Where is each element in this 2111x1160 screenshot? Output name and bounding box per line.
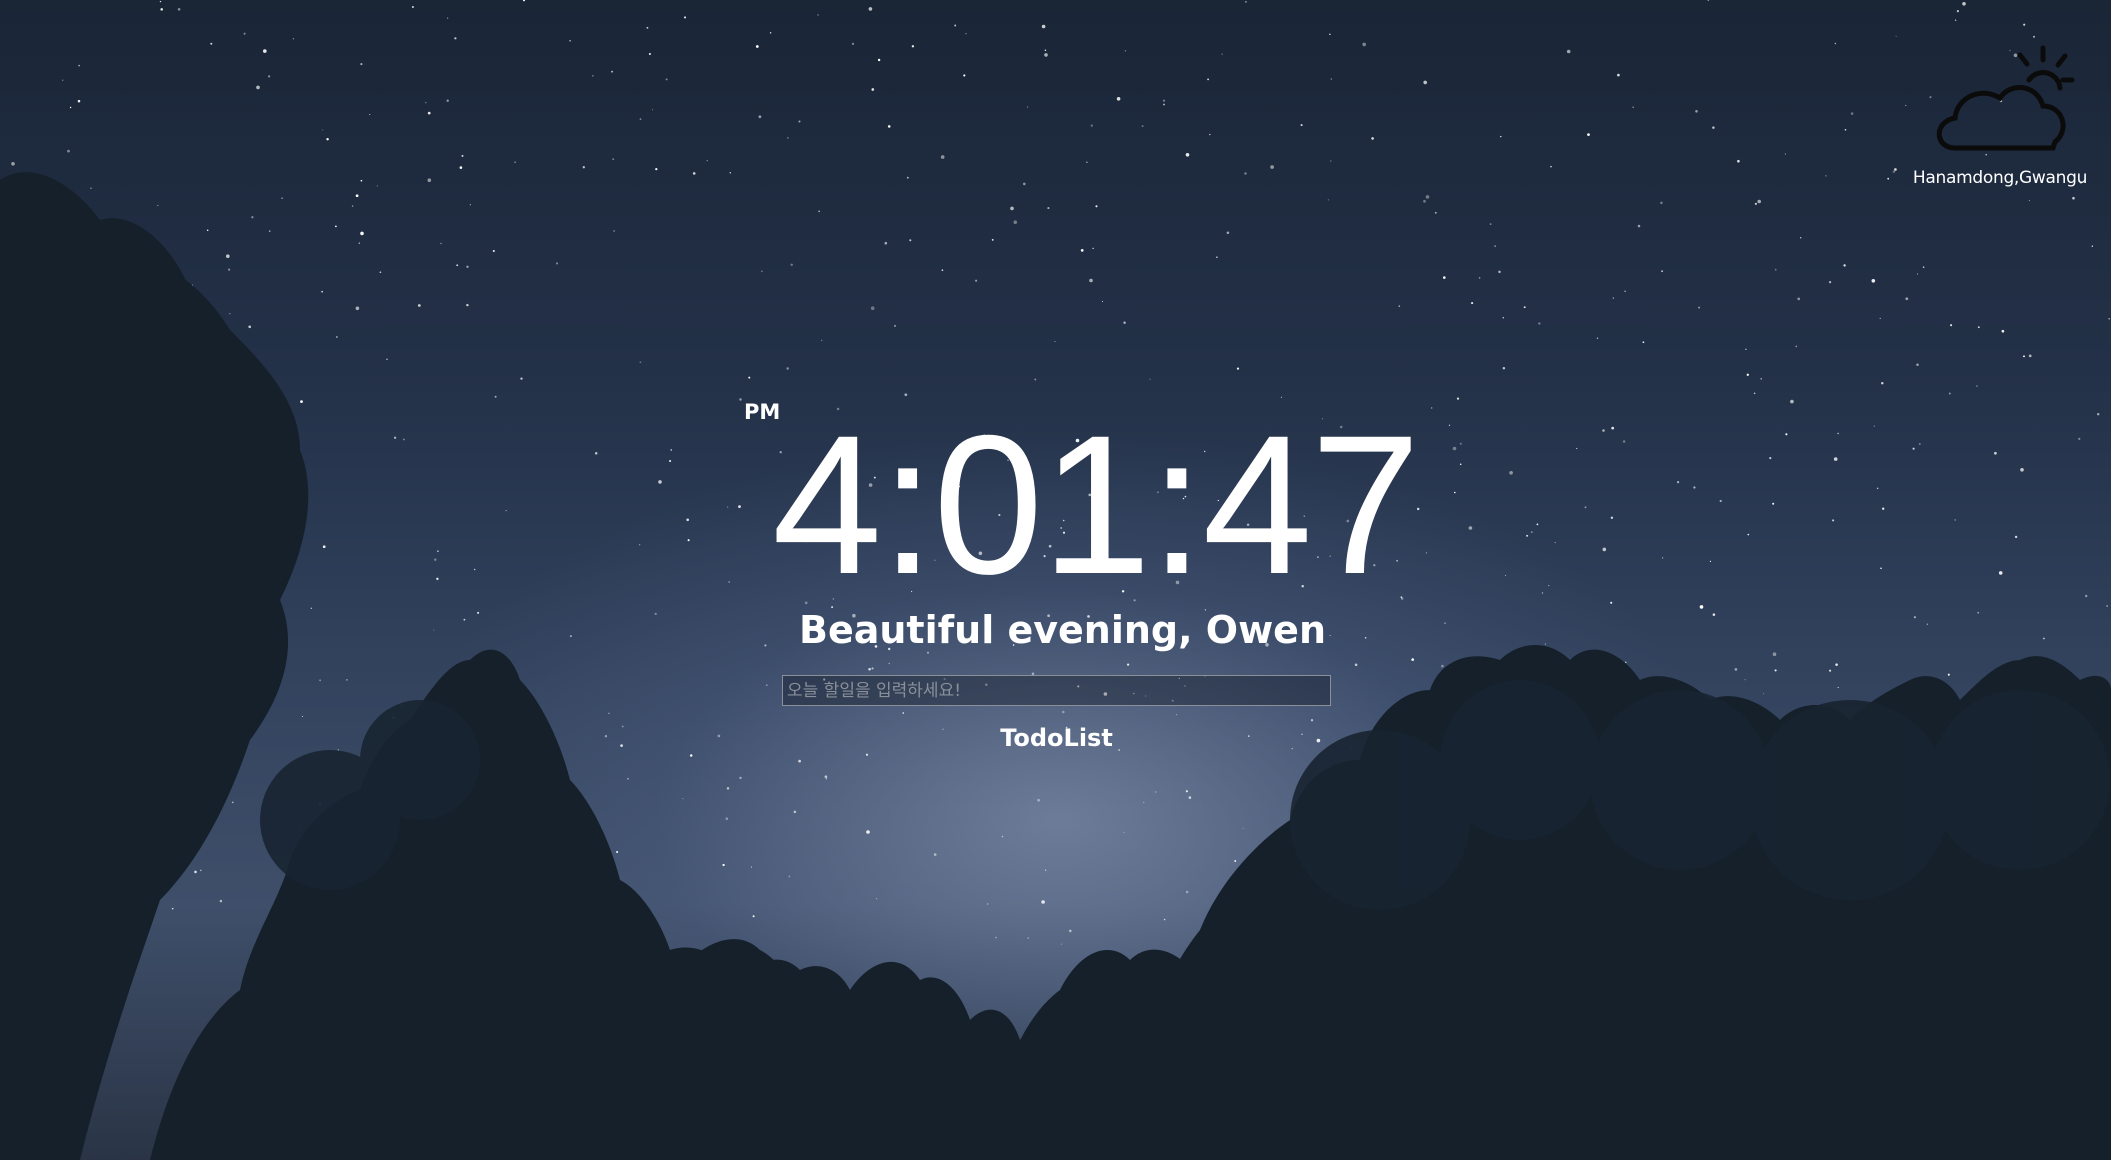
todo-list-title: TodoList	[1000, 724, 1113, 752]
greeting-text: Beautiful evening, Owen	[798, 608, 1326, 652]
clock-time: 4:01:47	[772, 394, 1421, 615]
todo-input[interactable]	[782, 675, 1331, 706]
clock-widget: PM 4:01:47	[0, 0, 2111, 1160]
